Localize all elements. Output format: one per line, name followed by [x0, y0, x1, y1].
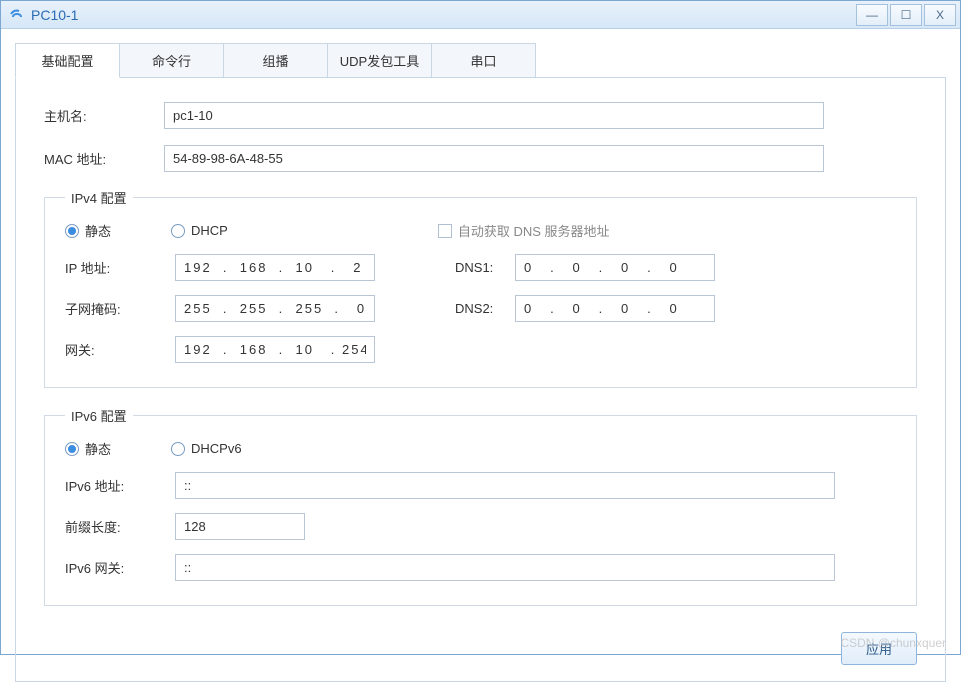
ipv6-gateway-input[interactable]	[175, 554, 835, 581]
ipv6-fieldset: IPv6 配置 静态 DHCPv6 IPv6 地址: 前缀长	[44, 406, 917, 606]
ipv6-static-group[interactable]: 静态	[65, 439, 161, 458]
ipv4-legend: IPv4 配置	[65, 188, 133, 207]
row-hostname: 主机名:	[44, 102, 917, 129]
ipv6-gateway-label: IPv6 网关:	[65, 558, 175, 577]
row-mask: 子网掩码: DNS2:	[65, 295, 896, 322]
ipv4-mode-row: 静态 DHCP 自动获取 DNS 服务器地址	[65, 221, 896, 240]
row-ipv6-gateway: IPv6 网关:	[65, 554, 896, 581]
content-area: 基础配置 命令行 组播 UDP发包工具 串口 主机名: MAC 地址: IPv4…	[1, 29, 960, 654]
row-mac: MAC 地址:	[44, 145, 917, 172]
ipv4-dhcp-group[interactable]: DHCP	[171, 223, 278, 238]
gateway-label: 网关:	[65, 340, 175, 359]
maximize-button[interactable]: ☐	[890, 4, 922, 26]
radio-ipv6-dhcp[interactable]	[171, 442, 185, 456]
ipv6-addr-label: IPv6 地址:	[65, 476, 175, 495]
ipv6-prefix-label: 前缀长度:	[65, 517, 175, 536]
ipv4-dhcp-label: DHCP	[191, 223, 228, 238]
radio-ipv4-dhcp[interactable]	[171, 224, 185, 238]
minimize-button[interactable]: —	[856, 4, 888, 26]
auto-dns-label: 自动获取 DNS 服务器地址	[458, 221, 610, 240]
tab-bar: 基础配置 命令行 组播 UDP发包工具 串口	[15, 43, 946, 78]
hostname-input[interactable]	[164, 102, 824, 129]
mac-input[interactable]	[164, 145, 824, 172]
dns2-input[interactable]	[515, 295, 715, 322]
window-controls: — ☐ X	[854, 4, 956, 26]
checkbox-auto-dns[interactable]	[438, 224, 452, 238]
ipv6-legend: IPv6 配置	[65, 406, 133, 425]
mac-label: MAC 地址:	[44, 149, 164, 168]
titlebar: PC10-1 — ☐ X	[1, 1, 960, 29]
dns1-label: DNS1:	[455, 260, 515, 275]
ipv6-prefix-input[interactable]	[175, 513, 305, 540]
tab-panel-basic: 主机名: MAC 地址: IPv4 配置 静态 DHCP	[15, 78, 946, 682]
ipv6-addr-input[interactable]	[175, 472, 835, 499]
mask-label: 子网掩码:	[65, 299, 175, 318]
ipv6-dhcp-label: DHCPv6	[191, 441, 242, 456]
tab-basic[interactable]: 基础配置	[15, 43, 120, 78]
app-window: PC10-1 — ☐ X 基础配置 命令行 组播 UDP发包工具 串口 主机名:…	[0, 0, 961, 655]
ipv6-dhcp-group[interactable]: DHCPv6	[171, 441, 292, 456]
app-icon	[9, 7, 25, 23]
row-ipv6-prefix: 前缀长度:	[65, 513, 896, 540]
dns2-label: DNS2:	[455, 301, 515, 316]
tab-multicast[interactable]: 组播	[223, 43, 328, 77]
close-button[interactable]: X	[924, 4, 956, 26]
dns1-input[interactable]	[515, 254, 715, 281]
ipv4-static-label: 静态	[85, 221, 111, 240]
radio-ipv6-static[interactable]	[65, 442, 79, 456]
ip-label: IP 地址:	[65, 258, 175, 277]
tab-udp[interactable]: UDP发包工具	[327, 43, 432, 77]
tab-serial[interactable]: 串口	[431, 43, 536, 77]
tab-cli[interactable]: 命令行	[119, 43, 224, 77]
ipv6-mode-row: 静态 DHCPv6	[65, 439, 896, 458]
mask-input[interactable]	[175, 295, 375, 322]
auto-dns-group[interactable]: 自动获取 DNS 服务器地址	[438, 221, 610, 240]
ipv4-static-group[interactable]: 静态	[65, 221, 161, 240]
row-ip: IP 地址: DNS1:	[65, 254, 896, 281]
gateway-input[interactable]	[175, 336, 375, 363]
hostname-label: 主机名:	[44, 106, 164, 125]
ip-input[interactable]	[175, 254, 375, 281]
apply-button[interactable]: 应用	[841, 632, 917, 665]
ipv4-fieldset: IPv4 配置 静态 DHCP 自动获取 DNS 服务器地址	[44, 188, 917, 388]
row-ipv6-addr: IPv6 地址:	[65, 472, 896, 499]
ipv6-static-label: 静态	[85, 439, 111, 458]
row-gateway: 网关:	[65, 336, 896, 363]
radio-ipv4-static[interactable]	[65, 224, 79, 238]
footer: 应用	[44, 624, 917, 665]
window-title: PC10-1	[31, 7, 854, 23]
